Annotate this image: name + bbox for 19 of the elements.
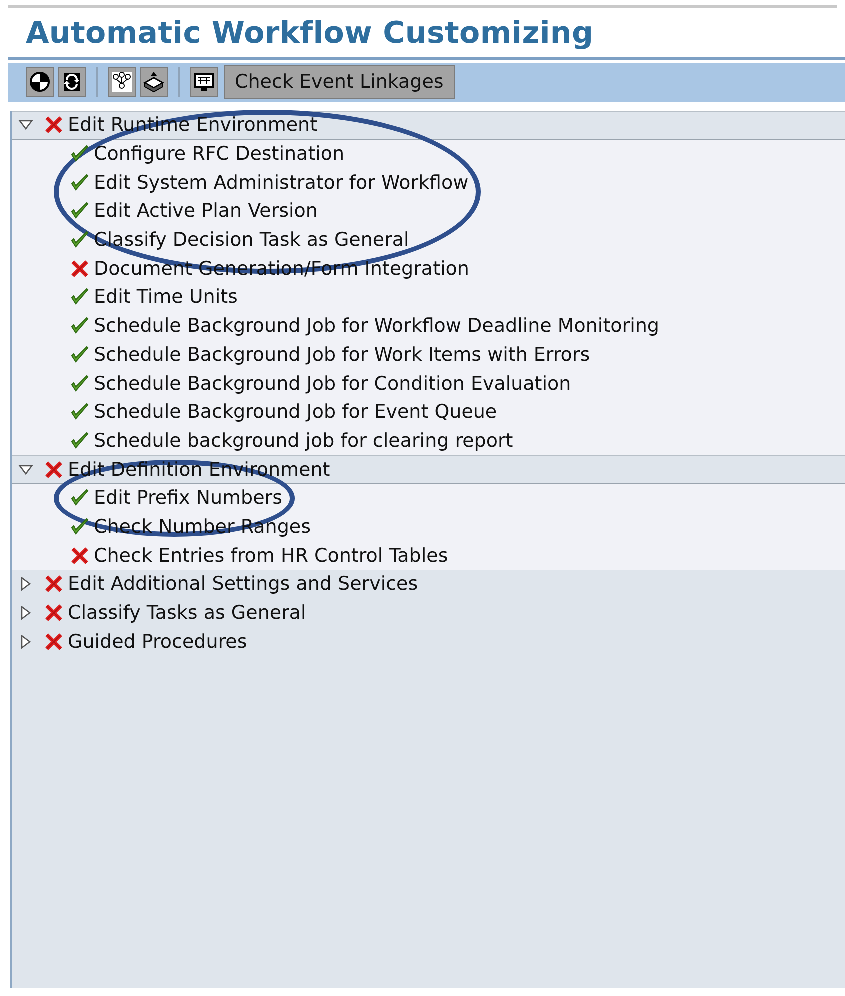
screen-button[interactable] bbox=[190, 67, 218, 97]
screen-icon bbox=[193, 71, 215, 93]
network-icon bbox=[111, 71, 133, 93]
tree-node-label[interactable]: Edit Additional Settings and Services bbox=[68, 573, 418, 596]
collapse-triangle-icon[interactable] bbox=[18, 462, 34, 477]
collapse-triangle-icon[interactable] bbox=[18, 118, 34, 132]
tree-item-label[interactable]: Edit Prefix Numbers bbox=[94, 487, 283, 510]
window-title: Automatic Workflow Customizing bbox=[26, 16, 594, 51]
tree-node-label[interactable]: Classify Tasks as General bbox=[68, 602, 306, 624]
check-event-linkages-button[interactable]: Check Event Linkages bbox=[224, 65, 455, 99]
refresh-button[interactable] bbox=[58, 67, 86, 97]
tree-node-label[interactable]: Guided Procedures bbox=[68, 630, 248, 653]
tree-item-label[interactable]: Edit Time Units bbox=[94, 286, 238, 308]
pie-chart-button[interactable] bbox=[26, 67, 54, 97]
tray-button[interactable] bbox=[140, 67, 168, 97]
pie-chart-icon bbox=[29, 71, 51, 93]
network-button[interactable] bbox=[108, 67, 136, 97]
tray-icon bbox=[143, 71, 165, 93]
refresh-icon bbox=[61, 71, 83, 93]
